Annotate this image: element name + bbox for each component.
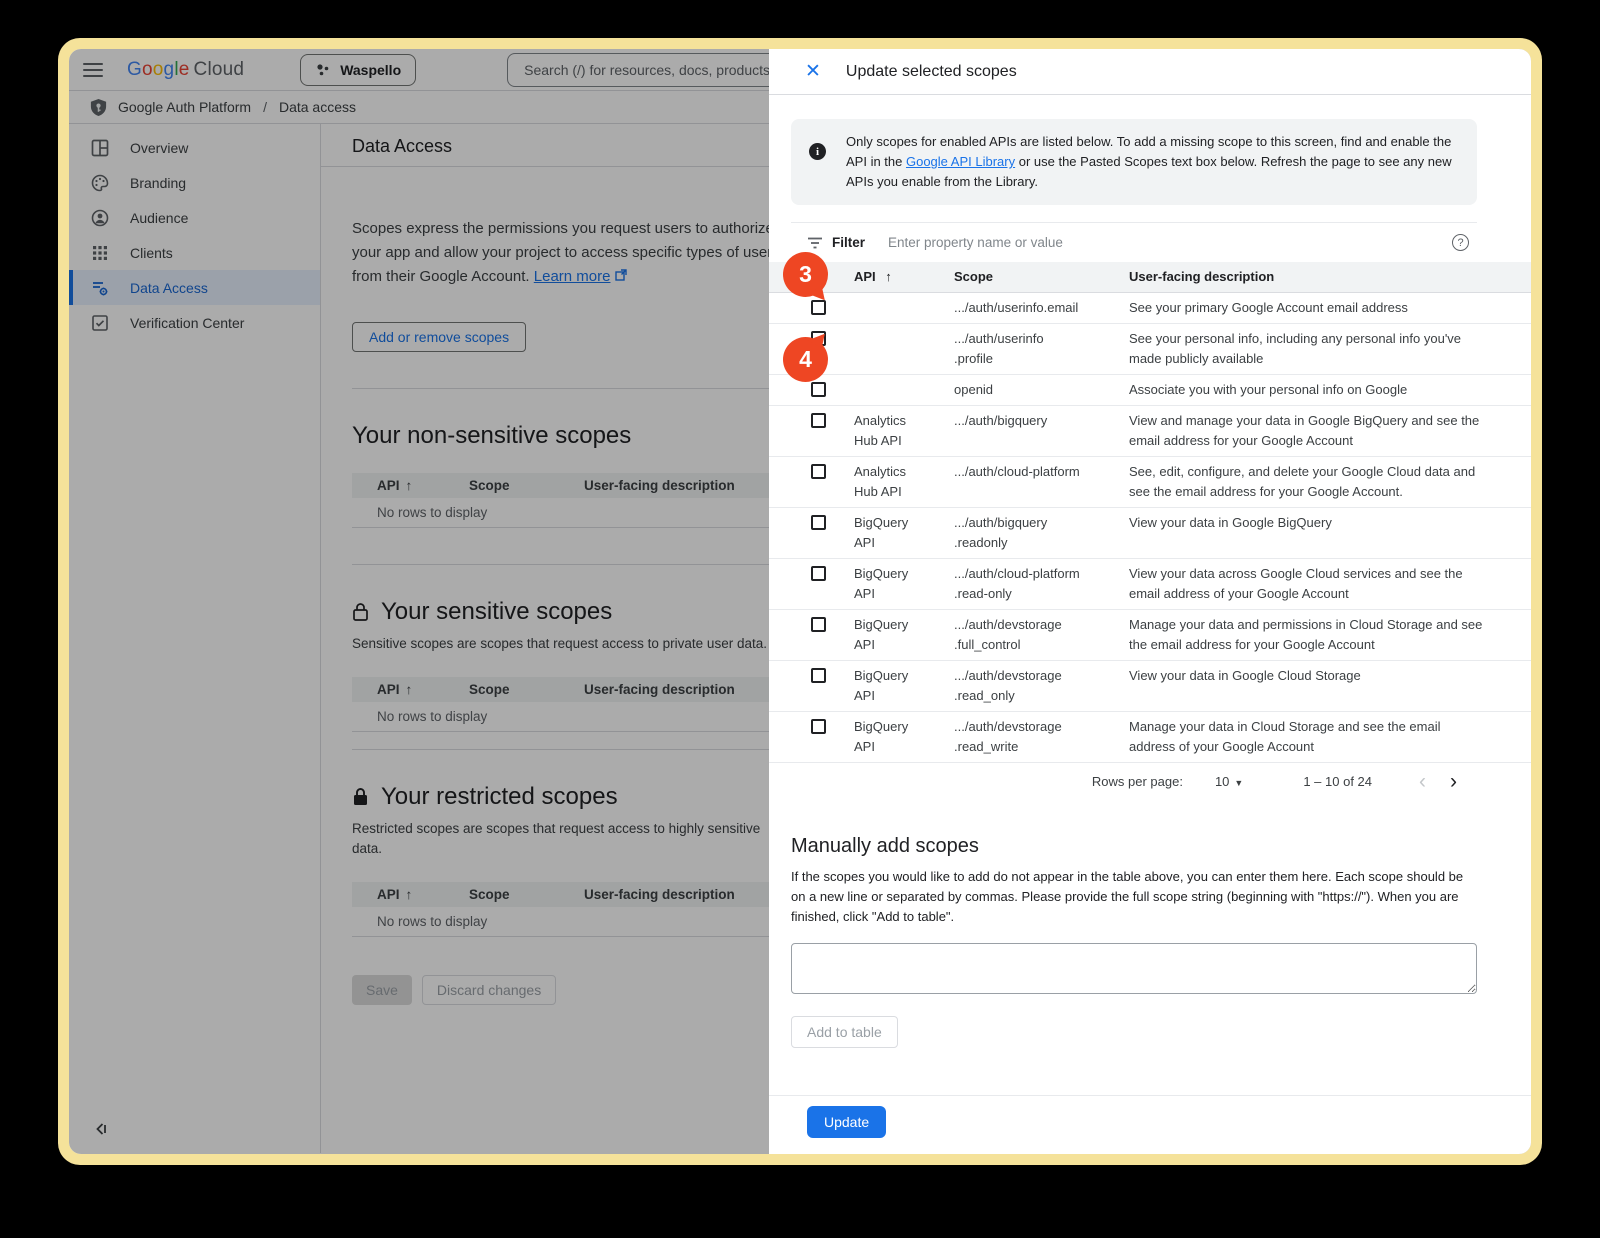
column-description[interactable]: User-facing description (1129, 267, 1519, 287)
filter-icon (807, 236, 823, 250)
filter-input[interactable] (888, 235, 1452, 250)
scope-row-devstorage-full-control: BigQuery API .../auth/devstorage.full_co… (769, 610, 1531, 661)
update-button[interactable]: Update (807, 1106, 886, 1138)
scope-row-cloud-platform: Analytics Hub API .../auth/cloud-platfor… (769, 457, 1531, 508)
manually-add-scopes-text: If the scopes you would like to add do n… (791, 867, 1477, 927)
row-checkbox[interactable] (811, 719, 826, 734)
column-api[interactable]: API ↑ (854, 267, 954, 287)
rows-per-page-label: Rows per page: (1092, 774, 1183, 789)
scope-row-userinfo-email: .../auth/userinfo.email See your primary… (769, 293, 1531, 324)
filter-label: Filter (832, 235, 865, 250)
annotation-badge-4: 4 (783, 337, 828, 382)
screenshot-frame: GoogleCloud Waspello Google Auth Platfor… (58, 38, 1542, 1165)
scope-row-cloud-platform-read-only: BigQuery API .../auth/cloud-platform.rea… (769, 559, 1531, 610)
info-banner: i Only scopes for enabled APIs are liste… (791, 119, 1477, 205)
filter-bar[interactable]: Filter ? (791, 222, 1477, 262)
row-checkbox[interactable] (811, 566, 826, 581)
row-checkbox[interactable] (811, 413, 826, 428)
row-checkbox[interactable] (811, 464, 826, 479)
browser-window: GoogleCloud Waspello Google Auth Platfor… (69, 49, 1531, 1154)
caret-down-icon: ▼ (1234, 778, 1243, 788)
close-icon[interactable]: ✕ (805, 62, 821, 81)
add-to-table-button[interactable]: Add to table (791, 1016, 898, 1048)
row-checkbox[interactable] (811, 617, 826, 632)
scope-row-openid: openid Associate you with your personal … (769, 375, 1531, 406)
table-header-row: API ↑ Scope User-facing description (769, 262, 1531, 293)
row-checkbox[interactable] (811, 668, 826, 683)
update-scopes-panel: ✕ Update selected scopes i Only scopes f… (769, 49, 1531, 1154)
scopes-table: API ↑ Scope User-facing description .../… (769, 262, 1531, 763)
help-icon[interactable]: ? (1452, 234, 1469, 251)
scope-row-bigquery: Analytics Hub API .../auth/bigquery View… (769, 406, 1531, 457)
info-banner-text: Only scopes for enabled APIs are listed … (846, 132, 1459, 192)
page-range: 1 – 10 of 24 (1303, 774, 1372, 789)
google-api-library-link[interactable]: Google API Library (906, 154, 1015, 169)
rows-per-page-select[interactable]: 10▼ (1215, 774, 1243, 789)
column-scope[interactable]: Scope (954, 267, 1129, 287)
next-page-icon[interactable]: › (1438, 771, 1469, 792)
manual-scopes-textarea[interactable] (791, 943, 1477, 994)
panel-title: Update selected scopes (846, 63, 1017, 81)
panel-footer: Update (769, 1095, 1531, 1138)
previous-page-icon[interactable]: ‹ (1407, 771, 1438, 792)
scope-row-devstorage-read-write: BigQuery API .../auth/devstorage.read_wr… (769, 712, 1531, 763)
row-checkbox[interactable] (811, 382, 826, 397)
panel-header: ✕ Update selected scopes (769, 49, 1531, 95)
sort-ascending-icon: ↑ (885, 267, 892, 287)
scope-row-userinfo-profile: .../auth/userinfo.profile See your perso… (769, 324, 1531, 375)
info-icon: i (809, 143, 826, 160)
row-checkbox[interactable] (811, 515, 826, 530)
scope-row-devstorage-read-only: BigQuery API .../auth/devstorage.read_on… (769, 661, 1531, 712)
scope-row-bigquery-readonly: BigQuery API .../auth/bigquery.readonly … (769, 508, 1531, 559)
pagination: Rows per page: 10▼ 1 – 10 of 24 ‹ › (791, 763, 1477, 799)
manually-add-scopes-heading: Manually add scopes (791, 835, 1477, 858)
annotation-badge-3: 3 (783, 252, 828, 297)
